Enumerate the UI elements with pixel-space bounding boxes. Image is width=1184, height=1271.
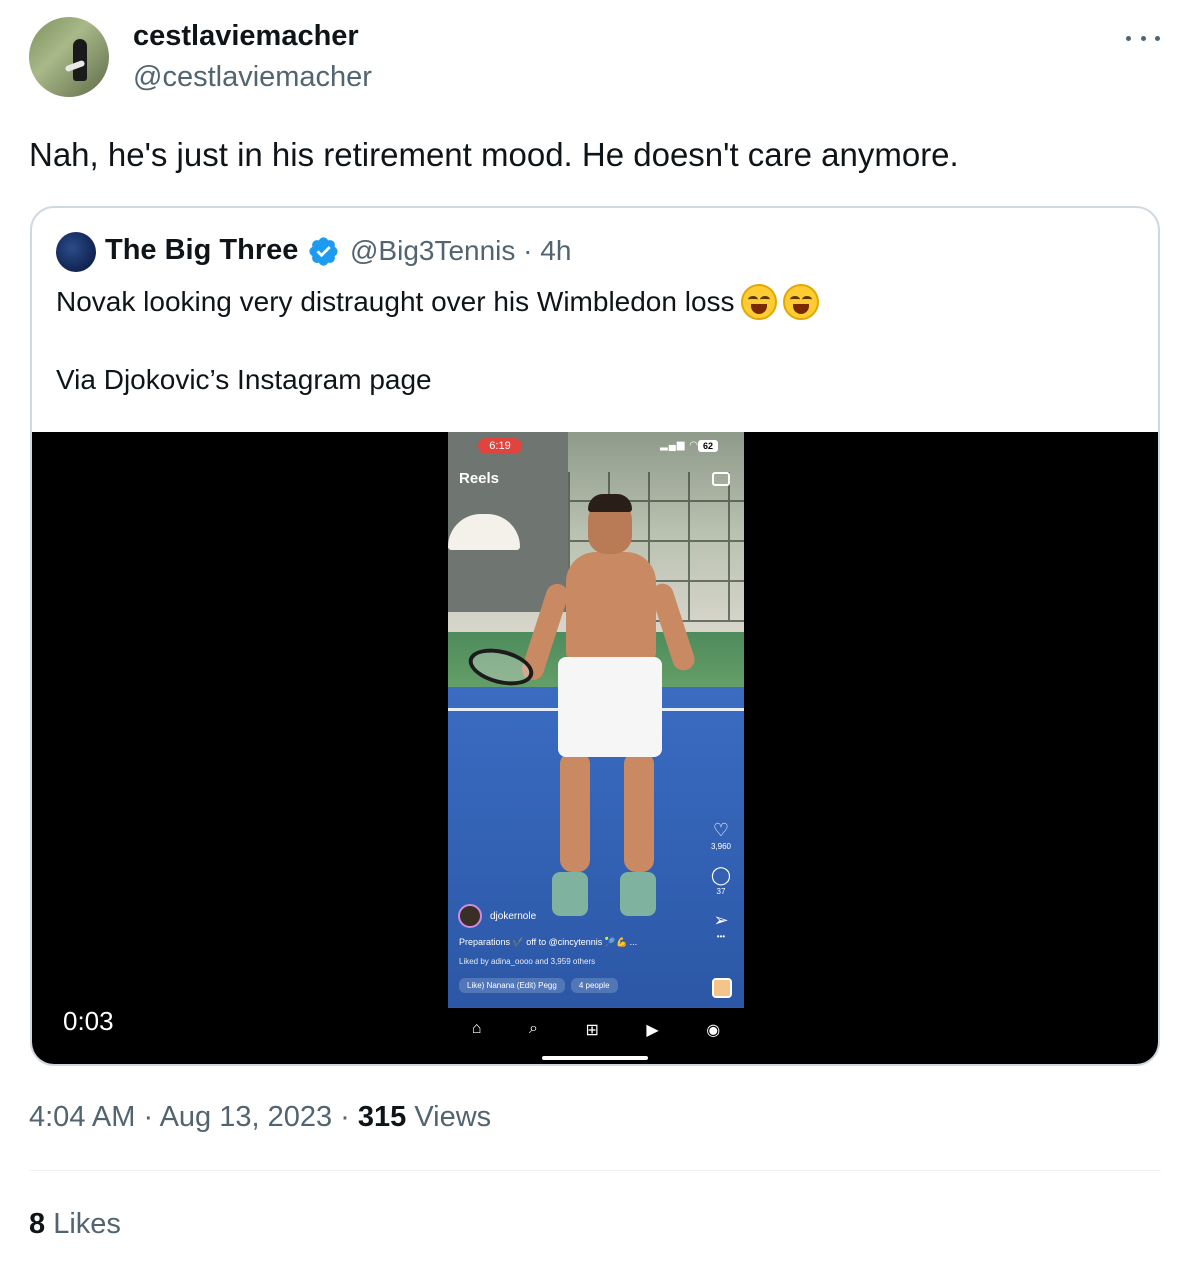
quote-text-line2: Via Djokovic’s Instagram page [56,364,432,395]
more-dot [1140,35,1146,41]
likes-label: Likes [45,1208,121,1240]
author-handle[interactable]: @cestlaviemacher [133,61,372,94]
quote-author-avatar[interactable] [56,232,96,272]
audio-thumbnail-icon [712,978,732,998]
heart-icon: ♡ [712,820,730,840]
divider [29,1170,1161,1171]
signal-wifi-icon: ▂▄▆ ◠ [660,440,699,451]
ig-music-chip: Like) Nanana (Edit) Pegg [459,978,565,993]
likes-summary[interactable]: 8 Likes [29,1208,121,1241]
ig-status-time: 6:19 [478,438,522,454]
ig-comments-count: 37 [716,887,726,896]
video-timer: 0:03 [63,1006,114,1036]
quote-author-name[interactable]: The Big Three [105,234,298,267]
home-icon: ⌂ [471,1020,482,1037]
ig-side-actions: ♡ 3,960 ◯ 37 ➢ ••• [706,820,736,955]
author-avatar[interactable] [29,17,109,97]
ig-username: djokernole [490,910,537,922]
video-frame-instagram-reel: 6:19 ▂▄▆ ◠ 62 Reels ♡ 3,960 ◯ 37 ➢ ••• d… [448,432,744,1064]
quote-text-line1: Novak looking very distraught over his W… [56,284,819,320]
tears-of-joy-emoji-icon [782,284,819,320]
share-icon: ➢ [713,910,729,930]
player-torso [566,552,656,662]
player-hair [588,494,632,512]
ig-music-row: Like) Nanana (Edit) Pegg 4 people [459,978,618,993]
ig-more-dots: ••• [716,932,726,941]
player-leg [624,752,654,872]
comment-icon: ◯ [710,865,732,885]
video-player[interactable]: 6:19 ▂▄▆ ◠ 62 Reels ♡ 3,960 ◯ 37 ➢ ••• d… [32,432,1158,1064]
player-shorts [558,657,662,757]
camera-icon [712,472,730,486]
ig-user-row: djokernole [458,904,536,928]
author-display-name[interactable]: cestlaviemacher [133,20,359,53]
quote-author-handle-time[interactable]: @Big3Tennis · 4h [350,235,571,267]
search-icon: ⌕ [528,1020,538,1037]
more-dot [1155,35,1160,41]
ig-reels-header: Reels [459,470,500,487]
ig-people-chip: 4 people [570,978,618,993]
quoted-tweet-card[interactable]: The Big Three @Big3Tennis · 4h Novak loo… [30,206,1160,1066]
verified-badge-icon [309,237,338,266]
views-label: Views [406,1101,492,1133]
tweet-timestamp[interactable]: 4:04 AM · Aug 13, 2023 · [29,1101,358,1133]
tweet-meta: 4:04 AM · Aug 13, 2023 · 315 Views [29,1101,491,1134]
add-post-icon: ⊞ [585,1022,599,1039]
player-leg [560,752,590,872]
reels-icon: ▶ [646,1022,659,1039]
ig-likes-count: 3,960 [710,842,732,851]
more-dot [1126,35,1131,41]
tweet-text: Nah, he's just in his retirement mood. H… [29,136,959,173]
home-indicator [542,1056,648,1060]
ig-liked-by: Liked by adina_oooo and 3,959 others [459,957,596,966]
ig-battery: 62 [698,440,718,452]
tears-of-joy-emoji-icon [740,284,777,320]
player-shoe [552,872,588,916]
player-shoe [620,872,656,916]
quote-text-line1-label: Novak looking very distraught over his W… [56,286,735,317]
profile-icon: ◉ [706,1022,721,1039]
ig-profile-avatar [458,904,482,928]
views-count: 315 [357,1101,407,1133]
likes-count: 8 [29,1208,46,1240]
ig-caption: Preparations ✔️ off to @cincytennis 🎾💪 .… [459,937,638,947]
more-options-icon[interactable] [1126,26,1160,50]
